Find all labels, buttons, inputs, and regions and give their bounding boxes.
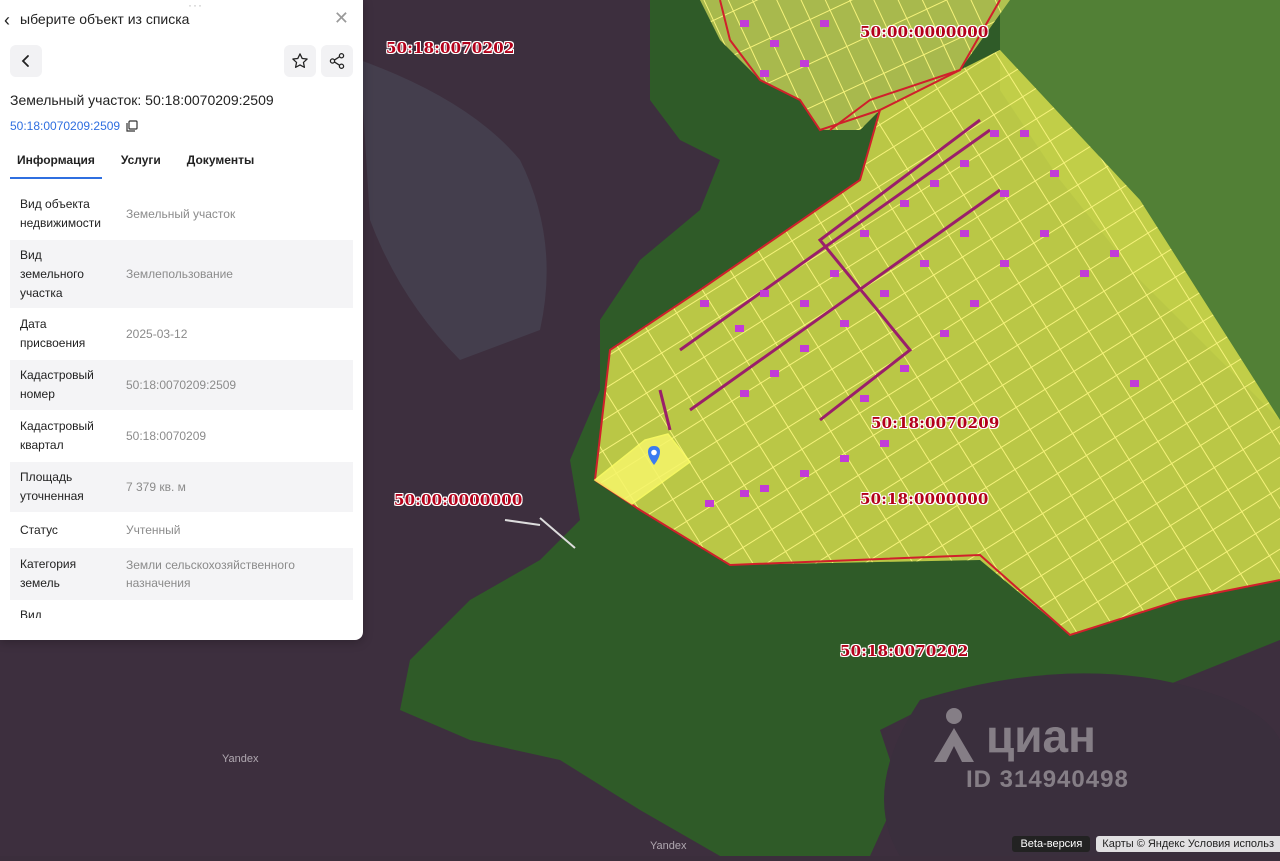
info-value: 7 379 кв. м: [126, 480, 186, 494]
info-row: Вид объекта недвижимости Земельный участ…: [10, 188, 353, 240]
cadastral-label: 50:18:0070202: [386, 39, 515, 57]
info-row: Категория земель Земли сельскохозяйствен…: [10, 548, 353, 600]
yandex-watermark: Yandex: [222, 753, 259, 765]
tab-services[interactable]: Услуги: [114, 150, 168, 179]
cadastral-number-link[interactable]: 50:18:0070209:2509: [10, 119, 138, 133]
tab-documents[interactable]: Документы: [180, 150, 261, 179]
info-row: Дата присвоения 2025-03-12: [10, 308, 353, 360]
info-row: Кадастровый номер 50:18:0070209:2509: [10, 360, 353, 410]
listing-id: ID 314940498: [966, 766, 1129, 793]
info-value: 2025-03-12: [126, 327, 188, 341]
info-row: Вид: [10, 600, 353, 618]
info-row: Площадь уточненная 7 379 кв. м: [10, 462, 353, 512]
copy-icon[interactable]: [126, 120, 138, 132]
info-value: 50:18:0070209: [126, 429, 207, 443]
info-key: Вид объекта недвижимости: [20, 197, 101, 230]
yandex-watermark: Yandex: [650, 840, 687, 852]
info-value: Учтенный: [126, 523, 181, 537]
info-row: Статус Учтенный: [10, 512, 353, 548]
cadastral-label: 50:00:0000000: [394, 491, 523, 509]
back-arrow-icon[interactable]: ‹: [4, 10, 10, 31]
favorite-button[interactable]: [284, 45, 316, 77]
map-copyright[interactable]: Карты © Яндекс Условия использ: [1096, 836, 1280, 852]
info-value: Землепользование: [126, 267, 233, 281]
info-key: Статус: [20, 522, 58, 537]
tab-bar: Информация Услуги Документы: [10, 150, 273, 179]
info-table: Вид объекта недвижимости Земельный участ…: [10, 188, 353, 618]
cian-brand-text: циан: [986, 710, 1096, 762]
cian-watermark: циан ID 314940498: [932, 706, 1129, 794]
cadastral-label: 50:18:0000000: [860, 490, 989, 508]
panel-title: ыберите объект из списка: [20, 11, 190, 27]
object-heading: Земельный участок: 50:18:0070209:2509: [10, 92, 274, 108]
back-button[interactable]: [10, 45, 42, 77]
chevron-left-icon: [21, 55, 29, 67]
info-value: Земли сельскохозяйственного назначения: [126, 558, 295, 590]
share-icon: [329, 53, 345, 69]
object-info-panel: ··· ‹ ыберите объект из списка ✕ Земельн…: [0, 0, 363, 640]
info-key: Кадастровый квартал: [20, 419, 94, 452]
tab-information[interactable]: Информация: [10, 150, 102, 179]
info-key: Кадастровый номер: [20, 368, 94, 401]
info-key: Дата присвоения: [20, 317, 86, 350]
info-key: Категория земель: [20, 557, 77, 590]
info-key: Вид земельного участка: [20, 247, 84, 300]
info-row: Кадастровый квартал 50:18:0070209: [10, 410, 353, 462]
cian-logo-icon: [934, 708, 974, 762]
share-button[interactable]: [321, 45, 353, 77]
info-key: Вид: [20, 608, 42, 618]
close-icon[interactable]: ✕: [334, 8, 349, 29]
cadastral-label: 50:00:0000000: [860, 23, 989, 41]
info-value: Земельный участок: [126, 207, 236, 221]
star-icon: [292, 53, 308, 69]
cadastral-label: 50:18:0070202: [840, 642, 969, 660]
cadastral-number-text[interactable]: 50:18:0070209:2509: [10, 119, 120, 133]
info-key: Площадь уточненная: [20, 470, 84, 503]
beta-badge[interactable]: Beta-версия: [1012, 836, 1091, 852]
info-row: Вид земельного участка Землепользование: [10, 240, 353, 308]
cadastral-label: 50:18:0070209: [871, 414, 1000, 432]
info-value: 50:18:0070209:2509: [126, 378, 237, 392]
